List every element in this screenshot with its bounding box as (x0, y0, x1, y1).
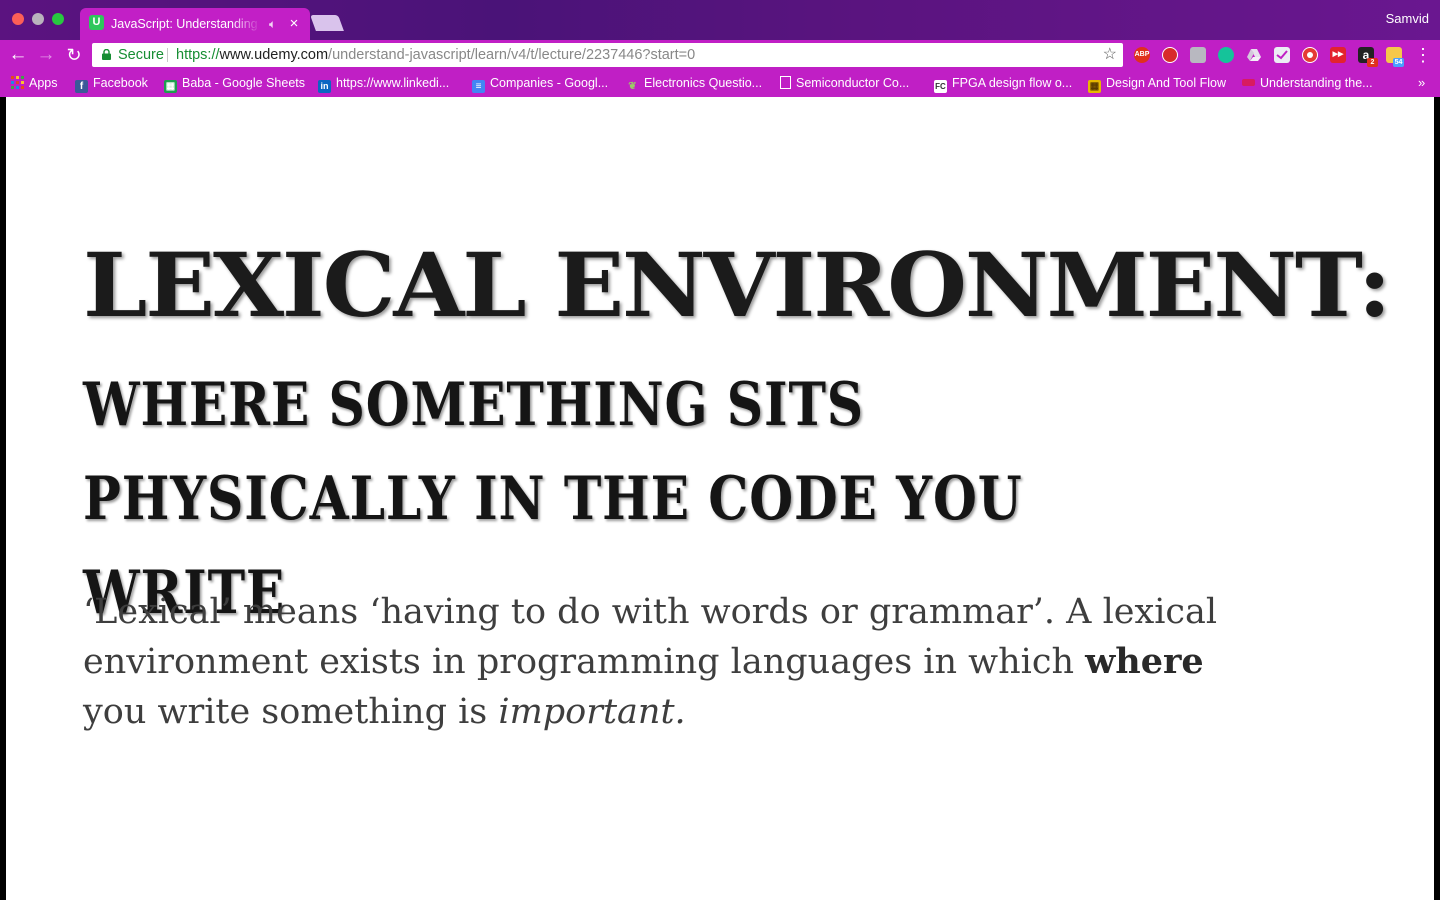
forward-button[interactable]: → (33, 42, 59, 68)
docs-icon: ≡ (472, 80, 485, 93)
apps-grid-icon (11, 76, 24, 89)
browser-window: U JavaScript: Understanding the Weird Pa… (0, 0, 1440, 900)
adblock-plus-icon[interactable]: ABP (1134, 47, 1150, 63)
design-icon: ▦ (1088, 80, 1101, 93)
extension-grey-icon[interactable] (1190, 47, 1206, 63)
tab-title: JavaScript: Understanding the Weird Part… (111, 15, 261, 33)
grammarly-icon[interactable] (1218, 47, 1234, 63)
chrome-extension-icon[interactable] (1302, 47, 1318, 63)
bookmark-linkedin[interactable]: in https://www.linkedi... (318, 74, 450, 93)
url-path: /understand-javascript/learn/v4/t/lectur… (328, 47, 696, 63)
facebook-icon: f (75, 80, 88, 93)
tab-active[interactable]: U JavaScript: Understanding the Weird Pa… (80, 8, 310, 40)
calendar-badge: 54 (1393, 58, 1404, 67)
amazon-badge: 2 (1367, 58, 1378, 67)
bookmark-apps[interactable]: Apps (11, 74, 58, 92)
bookmark-baba-sheets[interactable]: ▦ Baba - Google Sheets (164, 74, 305, 93)
bookmark-label: Design And Tool Flow (1106, 76, 1226, 90)
bookmarks-overflow-button[interactable]: » (1418, 74, 1425, 92)
bookmark-design-tool-flow[interactable]: ▦ Design And Tool Flow (1088, 74, 1226, 93)
page-icon (780, 76, 791, 89)
url-host: www.udemy.com (219, 47, 329, 63)
lecture-slide[interactable]: LEXICAL ENVIRONMENT: WHERE SOMETHING SIT… (6, 97, 1434, 900)
ublock-icon[interactable] (1162, 47, 1178, 63)
bookmark-label: Apps (29, 76, 58, 90)
profile-name[interactable]: Samvid (1386, 11, 1429, 26)
new-tab-button[interactable] (310, 15, 344, 31)
udemy-favicon-icon: U (89, 15, 104, 30)
bookmark-label: Baba - Google Sheets (182, 76, 305, 90)
slide-title: LEXICAL ENVIRONMENT: (83, 233, 1391, 337)
toolbar: ← → ↻ Secure https://www.udemy.com/under… (0, 40, 1440, 70)
slide-body: ‘Lexical’ means ‘having to do with words… (83, 587, 1223, 737)
speaker-icon[interactable]: 🔈︎ (269, 15, 276, 33)
address-bar[interactable]: Secure https://www.udemy.com/understand-… (92, 43, 1123, 67)
chrome-menu-icon[interactable]: ⋮ (1414, 42, 1432, 68)
bookmarks-bar: Apps f Facebook ▦ Baba - Google Sheets in h… (0, 70, 1440, 97)
secure-label: Secure (118, 47, 164, 63)
window-close-button[interactable] (12, 13, 24, 25)
bookmark-label: Facebook (93, 76, 148, 90)
slide-body-text: ‘Lexical’ means ‘having to do with words… (83, 592, 1218, 682)
omnibox-separator (167, 48, 168, 62)
bookmark-label: Companies - Googl... (490, 76, 609, 90)
url-text[interactable]: https://www.udemy.com/understand-javascr… (176, 43, 695, 67)
calendar-extension-icon[interactable]: 54 (1386, 47, 1404, 67)
fc-icon: FC (934, 80, 947, 93)
window-minimize-button[interactable] (32, 13, 44, 25)
google-drive-icon[interactable] (1246, 47, 1262, 63)
bookmark-label: FPGA design flow o... (952, 76, 1073, 90)
sheets-icon: ▦ (164, 80, 177, 93)
bookmark-label: https://www.linkedi... (336, 76, 450, 90)
bookmark-companies[interactable]: ≡ Companies - Googl... (472, 74, 609, 93)
amazon-assistant-icon[interactable]: a 2 (1358, 47, 1378, 67)
bookmark-understanding[interactable]: Understanding the... (1242, 74, 1373, 92)
bookmark-semiconductor[interactable]: Semiconductor Co... (780, 74, 909, 92)
bookmark-facebook[interactable]: f Facebook (75, 74, 148, 93)
bookmark-electronics[interactable]: ❦ Electronics Questio... (626, 74, 762, 92)
site-icon (1242, 79, 1255, 86)
video-speed-icon[interactable]: ▶▶ (1330, 47, 1346, 63)
back-button[interactable]: ← (5, 42, 31, 68)
bookmark-label: Electronics Questio... (644, 76, 763, 90)
bookmark-label: Understanding the... (1260, 76, 1373, 90)
reload-button[interactable]: ↻ (61, 42, 87, 68)
linkedin-icon: in (318, 80, 331, 93)
slide-body-end: . (674, 692, 686, 732)
tab-close-button[interactable]: × (286, 14, 302, 34)
mail-check-icon[interactable] (1274, 47, 1290, 63)
slide-body-strong: where (1085, 641, 1204, 682)
bookmark-fpga[interactable]: FC FPGA design flow o... (934, 74, 1073, 93)
bookmark-label: Semiconductor Co... (796, 76, 910, 90)
bookmark-star-icon[interactable]: ☆ (1103, 43, 1117, 67)
window-maximize-button[interactable] (52, 13, 64, 25)
slide-body-emphasis: important (498, 692, 675, 732)
url-scheme: https:// (176, 47, 220, 63)
title-bar: U JavaScript: Understanding the Weird Pa… (0, 0, 1440, 40)
lock-icon (102, 49, 111, 60)
leaf-icon: ❦ (628, 81, 637, 92)
slide-body-text-2: you write something is (83, 692, 499, 732)
